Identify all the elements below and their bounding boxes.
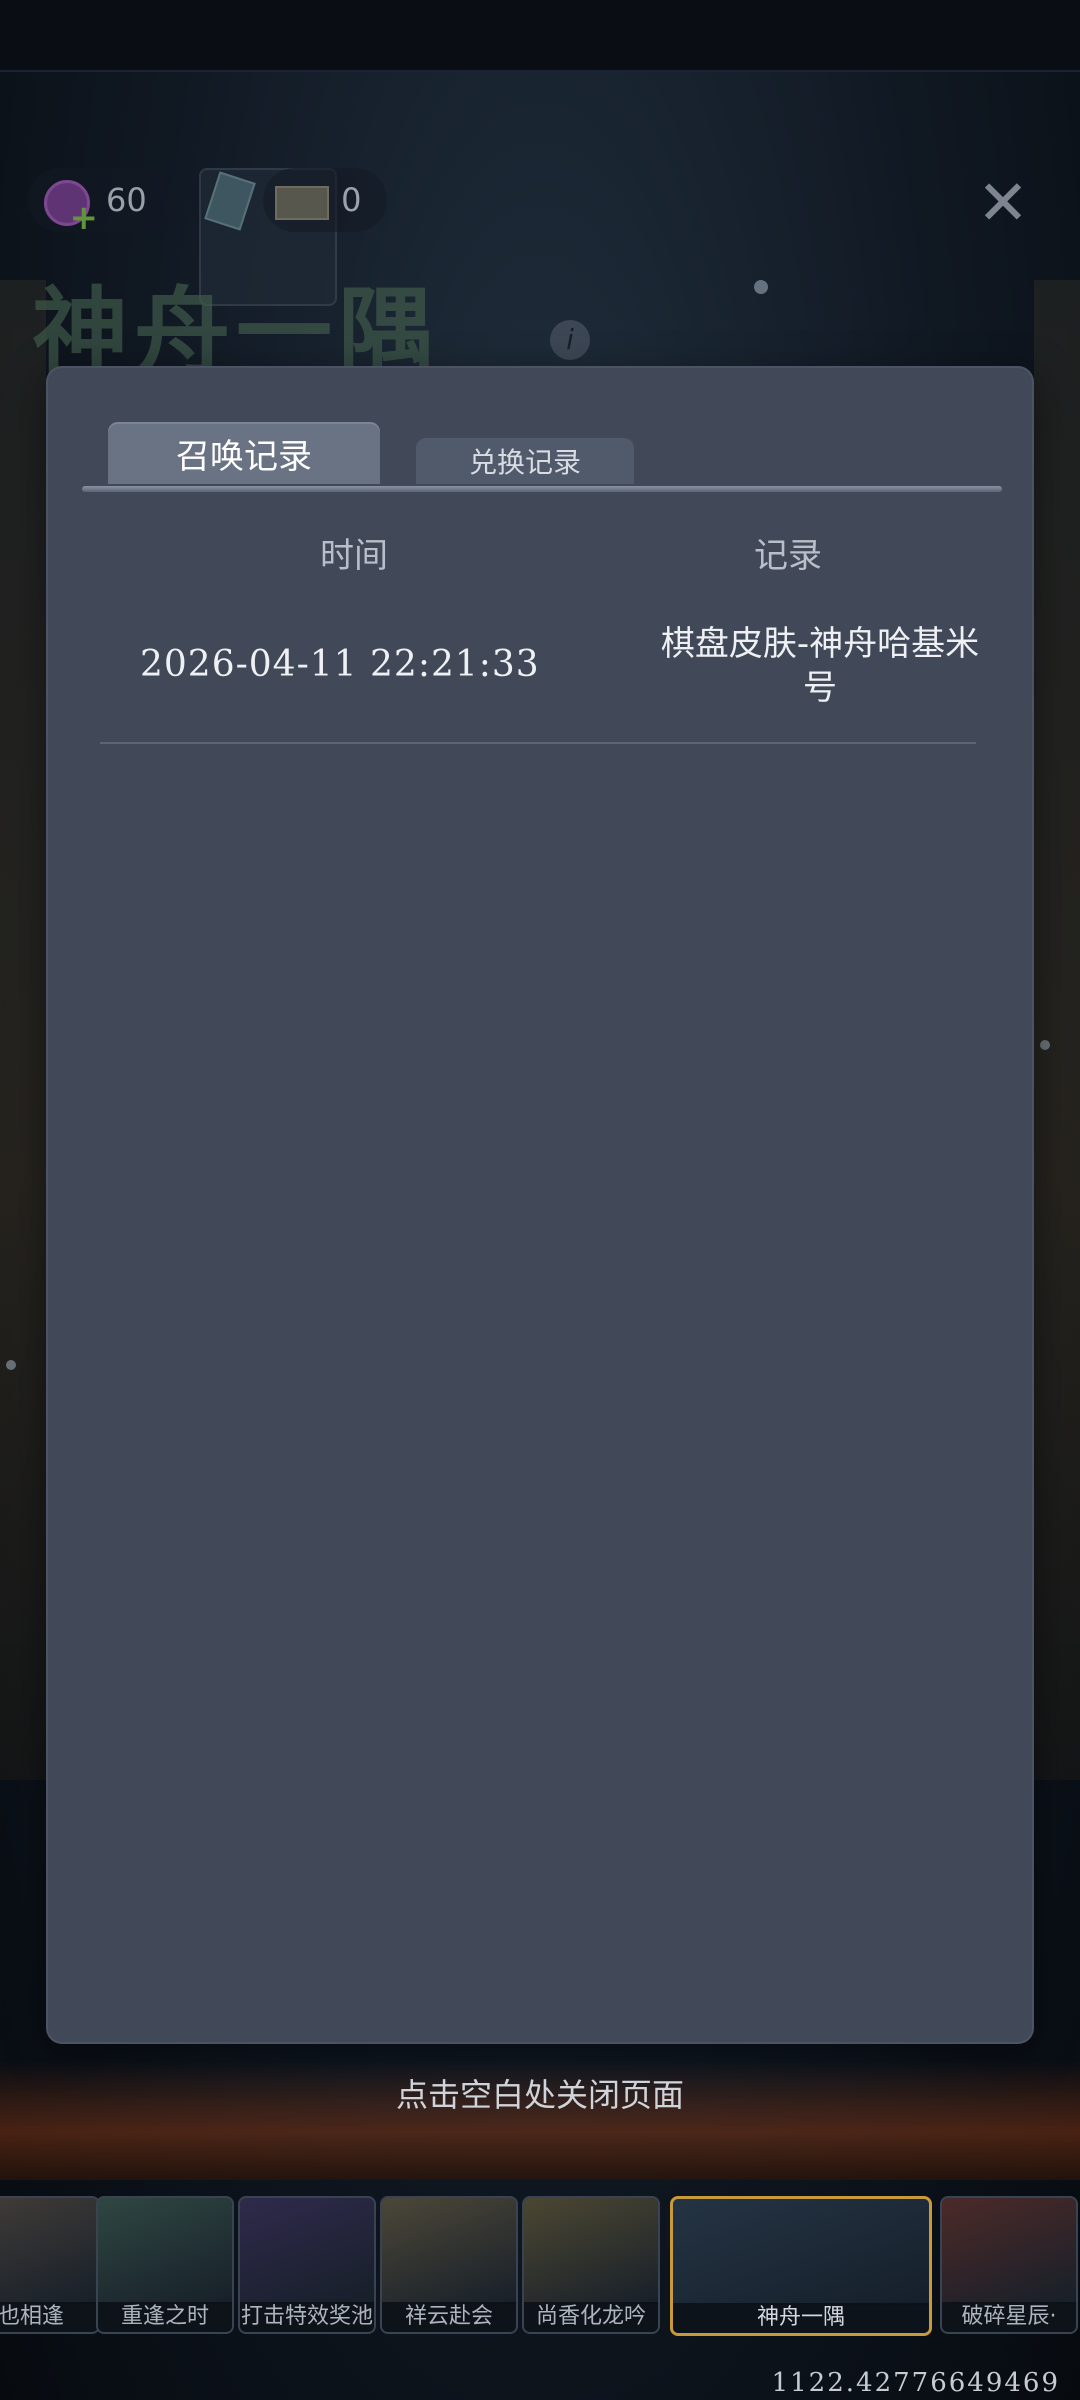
banner-card[interactable]: 破碎星辰· [940, 2196, 1078, 2334]
banner-card[interactable]: 重逢之时 [96, 2196, 234, 2334]
header-record: 记录 [754, 536, 822, 576]
banner-art [0, 2198, 98, 2304]
info-icon[interactable]: i [550, 320, 590, 360]
banner-label: 重逢之时 [98, 2302, 232, 2332]
close-icon[interactable]: ✕ [968, 168, 1038, 238]
banner-card[interactable]: 神舟一隅 [670, 2196, 932, 2336]
banner-card[interactable]: 打击特效奖池 [238, 2196, 376, 2334]
build-number: 1122.42776649469 [771, 2368, 1060, 2398]
ticket-icon [271, 172, 330, 228]
banner-card[interactable]: 也相逢 [0, 2196, 100, 2334]
currency-value: 0 [341, 181, 362, 219]
left-frame [0, 280, 46, 1780]
star-decoration [1040, 1040, 1050, 1050]
banner-art [382, 2198, 516, 2304]
currency-candy[interactable]: 60 [28, 168, 173, 238]
candy-icon [36, 172, 98, 238]
banner-art [524, 2198, 658, 2304]
tab-summon-record[interactable]: 召唤记录 [108, 422, 380, 484]
currency-card[interactable]: 0 [190, 168, 337, 306]
top-frame [0, 0, 1080, 72]
header-time: 时间 [320, 536, 388, 576]
star-decoration [754, 280, 768, 294]
table-row: 2026-04-11 22:21:33 棋盘皮肤-神舟哈基米号 [100, 622, 979, 722]
banner-card[interactable]: 尚香化龙吟 [522, 2196, 660, 2334]
banner-label: 也相逢 [0, 2302, 98, 2332]
banner-art [942, 2198, 1076, 2304]
record-modal: 召唤记录 兑换记录 时间 记录 2026-04-11 22:21:33 棋盘皮肤… [48, 368, 1032, 2042]
tab-divider [82, 486, 1002, 492]
banner-art [240, 2198, 374, 2304]
banner-carousel: 也相逢 重逢之时 打击特效奖池 祥云赴会 尚香化龙吟 神舟一隅 破碎星辰· [0, 2196, 1080, 2336]
banner-label: 打击特效奖池 [240, 2302, 374, 2332]
tab-exchange-record[interactable]: 兑换记录 [416, 438, 634, 484]
banner-art [98, 2198, 232, 2304]
tab-bar: 召唤记录 兑换记录 [108, 422, 634, 484]
banner-card[interactable]: 祥云赴会 [380, 2196, 518, 2334]
banner-label: 祥云赴会 [382, 2302, 516, 2332]
banner-label: 尚香化龙吟 [524, 2302, 658, 2332]
currency-bar: 60 0 0 [28, 168, 388, 306]
currency-ticket[interactable]: 0 [263, 168, 388, 232]
currency-value: 60 [106, 181, 147, 219]
row-divider [100, 742, 976, 744]
table-header: 时间 记录 [48, 528, 1032, 588]
banner-art [673, 2199, 929, 2305]
right-frame [1034, 280, 1080, 1780]
close-hint[interactable]: 点击空白处关闭页面 [0, 2070, 1080, 2116]
row-record: 棋盘皮肤-神舟哈基米号 [660, 624, 980, 708]
row-time: 2026-04-11 22:21:33 [140, 644, 540, 685]
banner-label: 破碎星辰· [942, 2302, 1076, 2332]
banner-label: 神舟一隅 [673, 2303, 929, 2333]
star-decoration [6, 1360, 16, 1370]
